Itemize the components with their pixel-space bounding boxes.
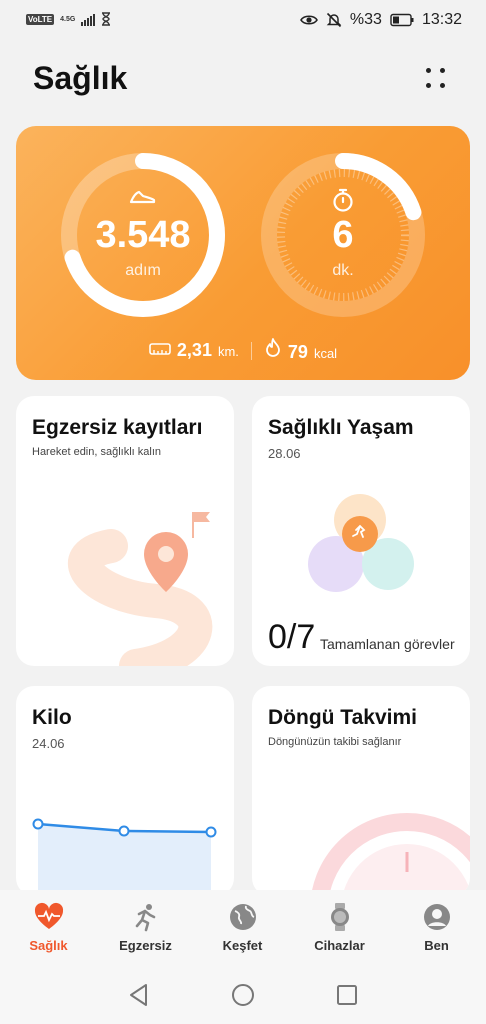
nav-label-egzersiz: Egzersiz: [119, 938, 172, 953]
mute-bell-icon: [326, 12, 342, 28]
calories-unit: kcal: [313, 346, 338, 361]
route-illustration-icon: [68, 512, 213, 666]
bottom-nav: Sağlık Egzersiz Keşfet Cihazlar Ben: [0, 890, 486, 966]
healthy-living-title: Sağlıklı Yaşam: [268, 416, 414, 439]
running-icon: [135, 904, 155, 932]
eye-icon: [299, 15, 318, 25]
flame-icon: [266, 338, 280, 357]
battery-icon: [390, 13, 414, 27]
activity-card[interactable]: 3.548 adım 6 dk. 2,31 km. 79 kcal: [16, 126, 470, 380]
tasks-count: 0/7: [268, 618, 316, 656]
distance-unit: km.: [217, 344, 239, 359]
nav-item-saglik[interactable]: Sağlık: [0, 902, 97, 953]
nav-label-saglik: Sağlık: [29, 938, 68, 953]
exercise-records-card[interactable]: Egzersiz kayıtları Hareket edin, sağlıkl…: [16, 396, 234, 666]
tasks-label: Tamamlanan görevler: [320, 636, 455, 652]
calories-stat: 79 kcal: [264, 338, 337, 363]
status-left: VoLTE 4.5G: [26, 12, 111, 26]
watch-icon: [330, 903, 349, 931]
healthy-living-date: 28.06: [268, 446, 301, 461]
weight-point: [205, 826, 217, 838]
status-right: %33 13:32: [299, 11, 462, 29]
weight-trend-chart: [32, 818, 217, 896]
stat-divider: [250, 341, 252, 360]
nav-item-ben[interactable]: Ben: [388, 902, 485, 953]
steps-value: 3.548: [95, 214, 191, 256]
exercise-records-title: Egzersiz kayıtları: [32, 416, 203, 439]
globe-icon: [229, 904, 256, 930]
more-dots-icon[interactable]: [420, 64, 454, 94]
distance-stat: 2,31 km.: [149, 340, 239, 361]
home-icon[interactable]: [228, 980, 258, 1010]
cycle-calendar-card[interactable]: Döngü Takvimi Döngünüzün takibi sağlanır: [252, 686, 470, 896]
nav-label-ben: Ben: [424, 938, 449, 953]
nav-item-cihazlar[interactable]: Cihazlar: [291, 902, 388, 953]
profile-icon: [423, 904, 450, 930]
recents-icon[interactable]: [332, 980, 362, 1010]
heart-icon: [34, 902, 63, 929]
back-icon[interactable]: [124, 980, 154, 1010]
shoe-icon: [58, 188, 228, 211]
healthy-living-card[interactable]: Sağlıklı Yaşam 28.06 0/7 Tamamlanan göre…: [252, 396, 470, 666]
page-title: Sağlık: [33, 60, 128, 96]
cycle-subtitle: Döngünüzün takibi sağlanır: [268, 736, 402, 748]
volte-badge: VoLTE: [26, 13, 55, 25]
exercise-records-subtitle: Hareket edin, sağlıklı kalın: [32, 446, 162, 458]
cycle-title: Döngü Takvimi: [268, 706, 417, 729]
nav-label-cihazlar: Cihazlar: [314, 938, 365, 953]
weight-point: [32, 818, 44, 830]
weight-date: 24.06: [32, 736, 65, 751]
three-circles-icon: [308, 494, 414, 592]
signal-icon: [81, 13, 96, 26]
clock: 13:32: [421, 11, 462, 28]
network-type: 4.5G: [60, 15, 76, 23]
minutes-value: 6: [332, 214, 354, 256]
status-bar: VoLTE 4.5G %33 13:32: [0, 0, 486, 44]
weight-title: Kilo: [32, 706, 72, 729]
calories-value: 79: [287, 342, 308, 362]
weight-card[interactable]: Kilo 24.06: [16, 686, 234, 896]
cycle-ring-icon: [311, 813, 470, 896]
ruler-icon: [149, 343, 171, 355]
steps-unit: adım: [125, 262, 161, 279]
weight-point: [118, 825, 130, 837]
hourglass-icon: [102, 12, 111, 26]
nav-item-kesfet[interactable]: Keşfet: [194, 902, 291, 953]
minutes-unit: dk.: [332, 262, 354, 279]
activity-stats: 2,31 km. 79 kcal: [16, 338, 470, 363]
distance-value: 2,31: [176, 340, 212, 360]
system-nav-bar: [0, 966, 486, 1024]
stopwatch-icon: [258, 188, 428, 217]
battery-percent: %33: [349, 11, 382, 28]
nav-item-egzersiz[interactable]: Egzersiz: [97, 902, 194, 953]
nav-label-kesfet: Keşfet: [222, 938, 263, 953]
